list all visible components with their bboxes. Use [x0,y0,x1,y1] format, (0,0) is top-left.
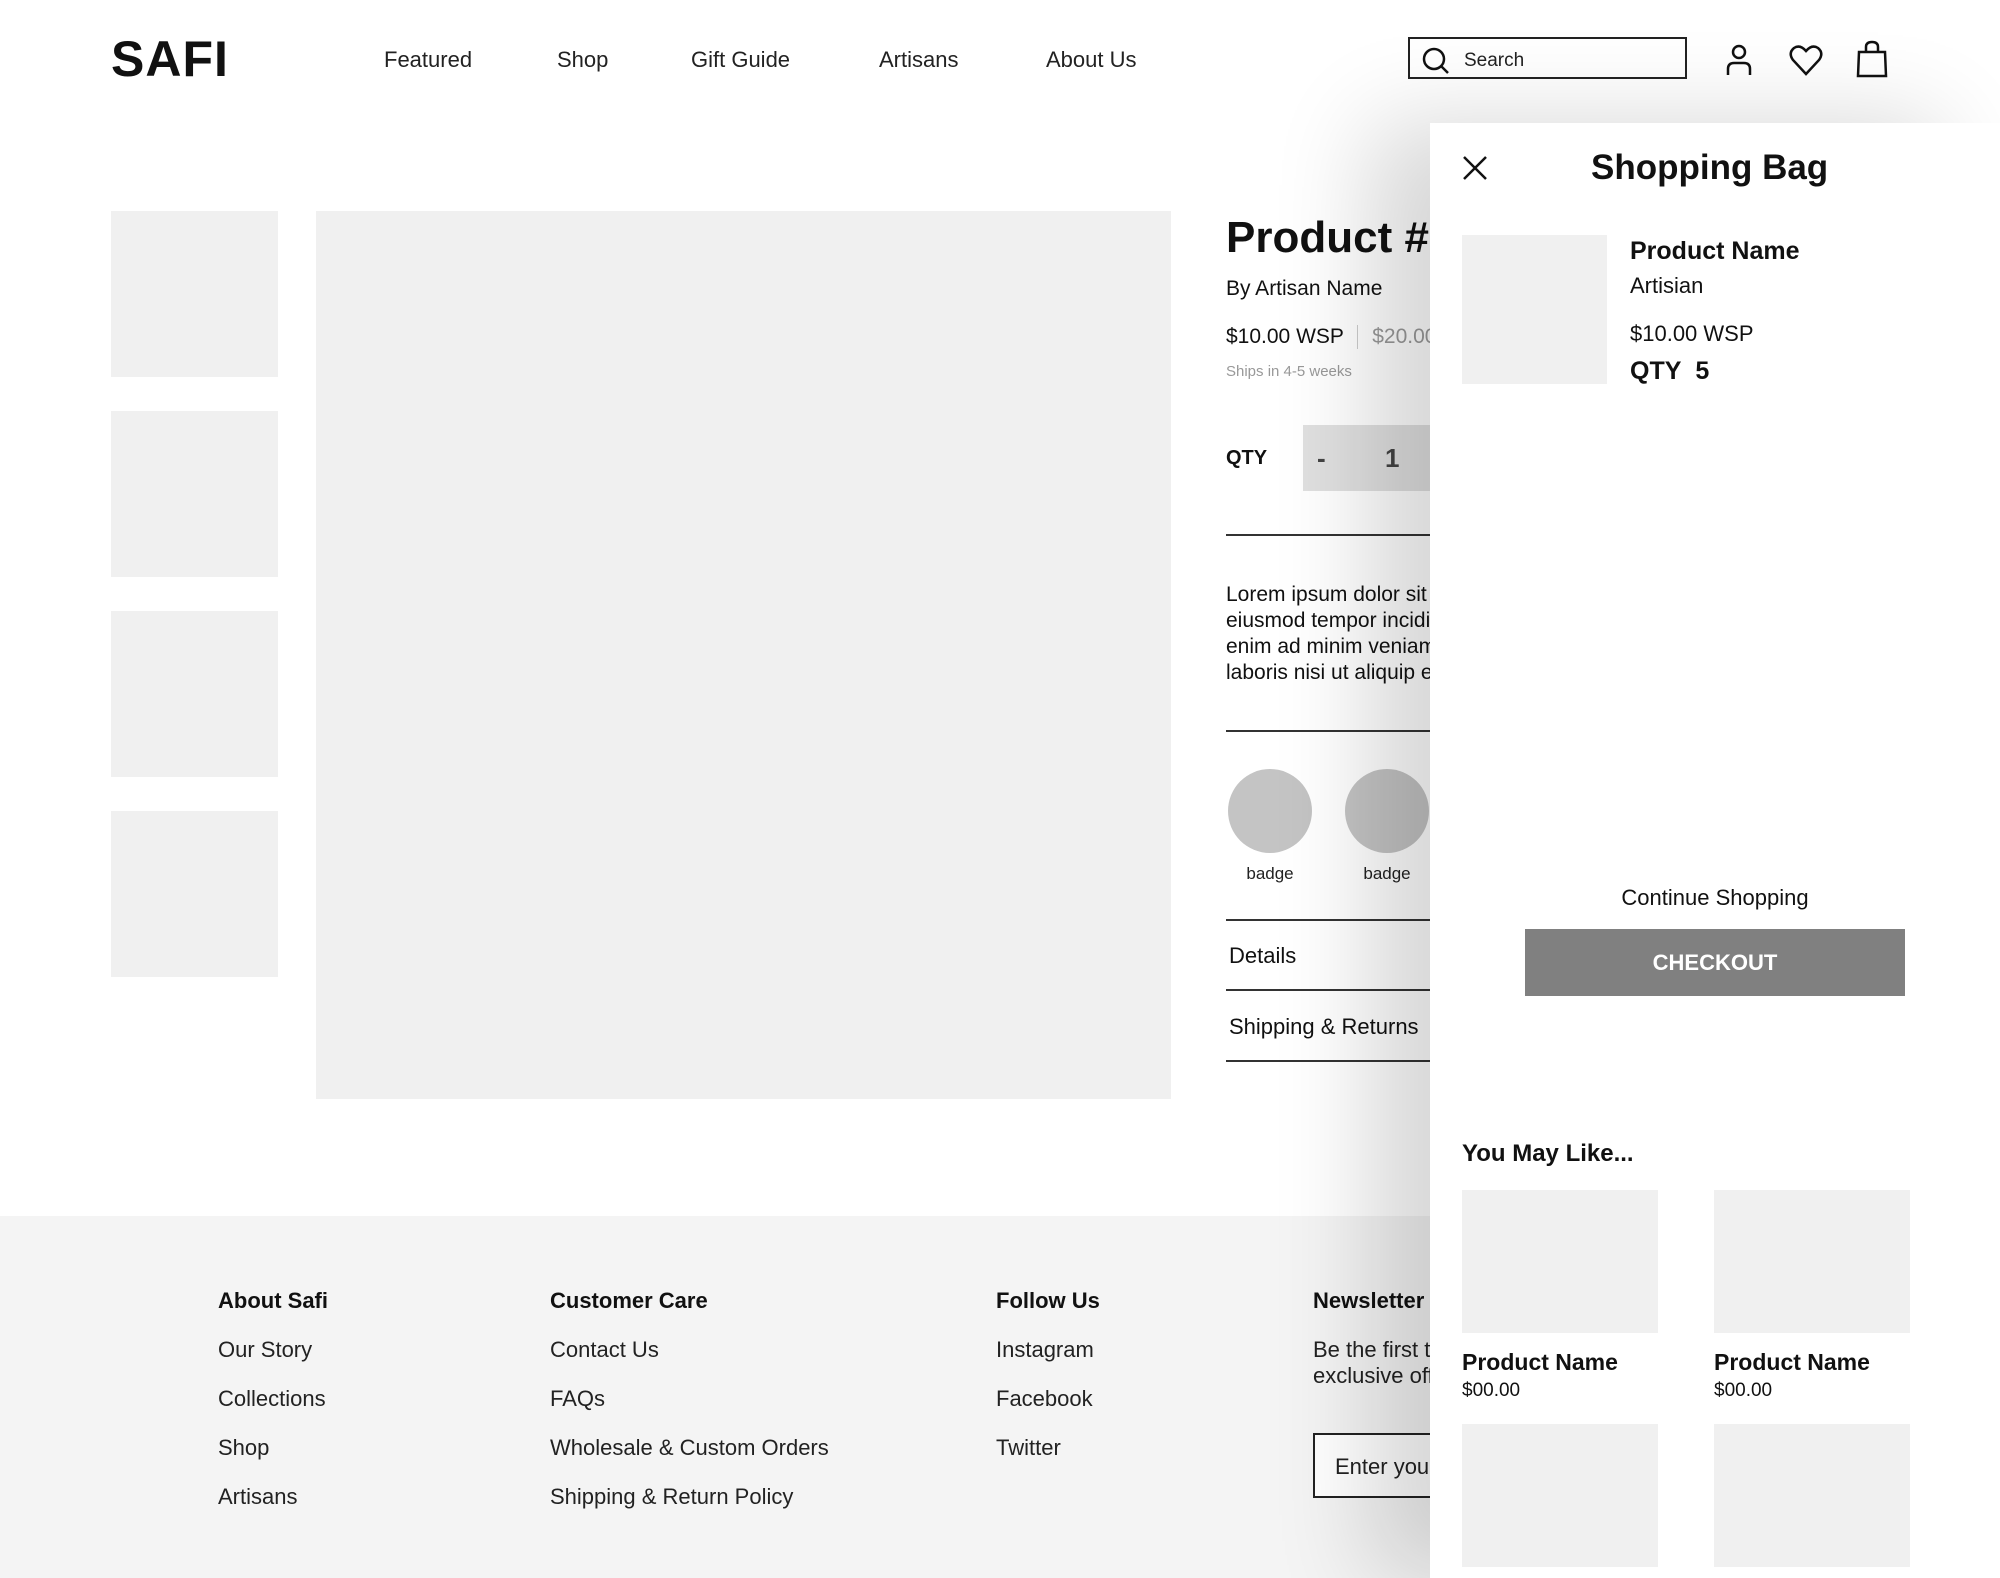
product-title: Product #1 [1226,213,1454,262]
suggestion-image[interactable] [1714,1424,1910,1567]
footer-col-follow-us: Follow Us Instagram Facebook Twitter [996,1288,1100,1461]
drawer-title: Shopping Bag [1591,148,1829,187]
checkout-button[interactable]: CHECKOUT [1525,929,1905,996]
price-row: $10.00 WSP $20.00 [1226,325,1437,350]
footer-link[interactable]: Twitter [996,1435,1100,1461]
badge-label: badge [1246,864,1294,883]
heart-icon[interactable] [1789,44,1823,76]
artisan-name[interactable]: By Artisan Name [1226,277,1382,301]
footer-link[interactable]: Instagram [996,1337,1100,1363]
suggestion-price: $00.00 [1714,1380,1773,1401]
wholesale-price: $10.00 WSP [1226,325,1344,348]
nav-artisans[interactable]: Artisans [879,47,958,73]
badge-icon [1345,769,1429,853]
thumbnail[interactable] [111,211,278,377]
footer-col-about: About Safi Our Story Collections Shop Ar… [218,1288,328,1510]
bag-item-name[interactable]: Product Name [1630,237,1799,266]
suggestion-image[interactable] [1714,1190,1910,1333]
accordion-details[interactable]: Details [1229,943,1296,969]
footer-link[interactable]: Our Story [218,1337,328,1363]
footer-link[interactable]: Artisans [218,1484,328,1510]
badge-icon [1228,769,1312,853]
footer-link[interactable]: FAQs [550,1386,829,1412]
bag-item-qty: QTY 5 [1630,357,1710,385]
suggestion-name[interactable]: Product Name [1714,1349,1870,1376]
nav-featured[interactable]: Featured [384,47,472,73]
footer-link[interactable]: Shipping & Return Policy [550,1484,829,1510]
footer-col-customer-care: Customer Care Contact Us FAQs Wholesale … [550,1288,829,1510]
qty-value[interactable]: 1 [1385,443,1399,474]
search-icon [1422,47,1449,74]
suggestion-name[interactable]: Product Name [1462,1349,1618,1376]
bag-item-image [1462,235,1607,384]
bag-item-price: $10.00 WSP [1630,321,1754,346]
ships-info: Ships in 4-5 weeks [1226,363,1352,380]
account-icon[interactable] [1724,43,1754,77]
qty-minus-button[interactable]: - [1317,443,1326,474]
nav-shop[interactable]: Shop [557,47,608,73]
suggestion-price: $00.00 [1462,1380,1521,1401]
shopping-bag-icon[interactable] [1856,40,1888,78]
footer-link[interactable]: Shop [218,1435,328,1461]
footer-link[interactable]: Facebook [996,1386,1100,1412]
suggestion-image[interactable] [1462,1424,1658,1567]
footer-link[interactable]: Collections [218,1386,328,1412]
nav-about-us[interactable]: About Us [1046,47,1137,73]
you-may-like-heading: You May Like... [1462,1140,1634,1167]
thumbnail[interactable] [111,411,278,577]
nav-gift-guide[interactable]: Gift Guide [691,47,790,73]
search-input[interactable]: Search [1408,37,1687,79]
thumbnail[interactable] [111,611,278,777]
qty-label: QTY [1226,447,1268,469]
accordion-shipping-returns[interactable]: Shipping & Returns [1229,1014,1419,1040]
logo[interactable]: SAFI [111,30,229,88]
close-icon[interactable] [1462,155,1488,181]
continue-shopping-link[interactable]: Continue Shopping [1525,885,1905,911]
footer-link[interactable]: Contact Us [550,1337,829,1363]
thumbnail[interactable] [111,811,278,977]
suggestion-image[interactable] [1462,1190,1658,1333]
retail-price: $20.00 [1372,325,1437,348]
search-placeholder: Search [1464,50,1525,71]
badge-label: badge [1363,864,1411,883]
footer-link[interactable]: Wholesale & Custom Orders [550,1435,829,1461]
main-product-image [316,211,1171,1099]
bag-item-artisan: Artisian [1630,273,1704,298]
